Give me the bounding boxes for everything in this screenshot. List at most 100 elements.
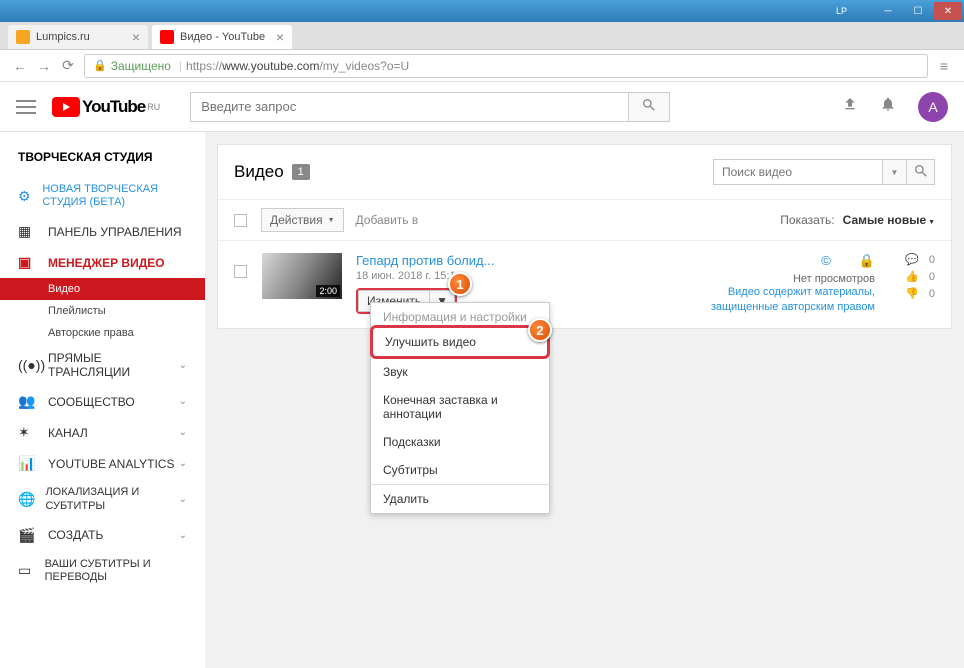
dd-item-delete[interactable]: Удалить: [371, 485, 549, 513]
video-thumbnail[interactable]: 2:00: [262, 253, 342, 299]
maximize-button[interactable]: ☐: [904, 2, 932, 20]
url-field[interactable]: 🔒 Защищено | https:// www.youtube.com /m…: [84, 54, 928, 78]
sidebar-item-create[interactable]: 🎬 СОЗДАТЬ ⌄: [0, 520, 205, 551]
sidebar-label: ПРЯМЫЕ ТРАНСЛЯЦИИ: [48, 351, 179, 379]
select-all-checkbox[interactable]: [234, 214, 247, 227]
close-button[interactable]: ✕: [934, 2, 962, 20]
edit-dropdown-menu: Информация и настройки Улучшить видео Зв…: [370, 302, 550, 514]
upload-icon[interactable]: [842, 96, 858, 117]
sidebar-item-new-studio[interactable]: ⚙ НОВАЯ ТВОРЧЕСКАЯ СТУДИЯ (БЕТА): [0, 176, 205, 216]
play-icon: [52, 97, 80, 117]
hamburger-icon[interactable]: [16, 100, 36, 114]
toolbar: Действия Добавить в Показать: Самые новы…: [218, 200, 951, 241]
broadcast-icon: ((●)): [18, 357, 38, 373]
video-search: ▼: [713, 159, 935, 185]
comment-count: 0: [929, 254, 935, 266]
sort-dropdown[interactable]: Самые новые: [843, 213, 935, 227]
sidebar-sub-copyright[interactable]: Авторские права: [0, 322, 205, 344]
minimize-button[interactable]: ─: [874, 2, 902, 20]
sidebar-item-live[interactable]: ((●)) ПРЯМЫЕ ТРАНСЛЯЦИИ ⌄: [0, 344, 205, 386]
dislike-icon: 👎: [905, 287, 919, 300]
dd-item-info[interactable]: Информация и настройки: [371, 303, 549, 326]
video-search-button[interactable]: [907, 159, 935, 185]
duration-label: 2:00: [316, 285, 340, 297]
sidebar-item-channel[interactable]: ✶ КАНАЛ ⌄: [0, 417, 205, 448]
sidebar-item-analytics[interactable]: 📊 YOUTUBE ANALYTICS ⌄: [0, 448, 205, 479]
video-search-input[interactable]: [713, 159, 883, 185]
privacy-icon[interactable]: 🔒: [859, 253, 875, 269]
reload-button[interactable]: ⟳: [56, 54, 80, 78]
sidebar-label: YOUTUBE ANALYTICS: [48, 457, 174, 471]
sidebar-item-community[interactable]: 👥 СООБЩЕСТВО ⌄: [0, 386, 205, 417]
sidebar-label: ПАНЕЛЬ УПРАВЛЕНИЯ: [48, 225, 182, 239]
chevron-down-icon: ⌄: [179, 458, 187, 469]
sidebar-label: ВАШИ СУБТИТРЫ И ПЕРЕВОДЫ: [45, 558, 187, 584]
window-titlebar: LP ─ ☐ ✕: [0, 0, 964, 22]
gear-icon: ⚙: [18, 188, 32, 205]
tab-close-icon[interactable]: ×: [132, 29, 140, 45]
dd-item-enhance[interactable]: Улучшить видео: [370, 325, 550, 359]
dd-item-cards[interactable]: Подсказки: [371, 428, 549, 456]
dashboard-icon: ▦: [18, 223, 38, 240]
youtube-header: YouTube RU A: [0, 82, 964, 132]
chevron-down-icon: ⌄: [179, 427, 187, 438]
analytics-icon: 📊: [18, 455, 38, 472]
count-badge: 1: [292, 164, 310, 180]
video-date: 18 июн. 2018 г. 15:1...: [356, 270, 695, 282]
avatar[interactable]: A: [918, 92, 948, 122]
sidebar-item-dashboard[interactable]: ▦ ПАНЕЛЬ УПРАВЛЕНИЯ: [0, 216, 205, 247]
cc-icon: ▭: [18, 562, 35, 579]
chevron-down-icon: ⌄: [179, 360, 187, 371]
dd-item-audio[interactable]: Звук: [371, 358, 549, 386]
sidebar-title: ТВОРЧЕСКАЯ СТУДИЯ: [0, 146, 205, 176]
secure-label: Защищено: [111, 59, 171, 73]
row-checkbox[interactable]: [234, 265, 247, 278]
dd-item-endscreen[interactable]: Конечная заставка и аннотации: [371, 386, 549, 428]
sidebar-item-localization[interactable]: 🌐 ЛОКАЛИЗАЦИЯ И СУБТИТРЫ ⌄: [0, 479, 205, 519]
actions-button[interactable]: Действия: [261, 208, 344, 232]
search-icon: [641, 97, 657, 113]
sidebar-sub-videos[interactable]: Видео: [0, 278, 205, 300]
show-label: Показать:: [780, 213, 834, 227]
like-count: 0: [929, 271, 935, 283]
video-icon: ▣: [18, 254, 38, 271]
lock-icon: 🔒: [93, 59, 107, 72]
search-bar: [190, 92, 670, 122]
back-button[interactable]: ←: [8, 54, 32, 78]
favicon-icon: [16, 30, 30, 44]
video-title[interactable]: Гепард против болид...: [356, 253, 695, 268]
callout-marker-2: 2: [528, 318, 552, 342]
sidebar-label: МЕНЕДЖЕР ВИДЕО: [48, 256, 165, 270]
menu-button[interactable]: ≡: [932, 54, 956, 78]
sidebar-item-your-subs[interactable]: ▭ ВАШИ СУБТИТРЫ И ПЕРЕВОДЫ: [0, 551, 205, 591]
sidebar-label: СОЗДАТЬ: [48, 528, 103, 542]
tab-youtube[interactable]: Видео - YouTube ×: [152, 25, 292, 49]
search-input[interactable]: [190, 92, 628, 122]
dd-item-subtitles[interactable]: Субтитры: [371, 456, 549, 484]
video-card: Видео 1 ▼ Действия Добавить в Показать: …: [217, 144, 952, 329]
copyright-warning[interactable]: Видео содержит материалы, защищенные авт…: [695, 285, 875, 316]
notifications-icon[interactable]: [880, 96, 896, 117]
youtube-logo[interactable]: YouTube RU: [52, 97, 160, 117]
like-icon: 👍: [905, 270, 919, 283]
window-label: LP: [832, 5, 851, 17]
url-domain: www.youtube.com: [222, 59, 319, 73]
tab-close-icon[interactable]: ×: [276, 29, 284, 45]
copyright-icon[interactable]: ©: [821, 253, 831, 269]
forward-button[interactable]: →: [32, 54, 56, 78]
views-label: Нет просмотров: [695, 273, 875, 285]
search-button[interactable]: [628, 92, 670, 122]
engagement-stats: 💬0 👍0 👎0: [875, 253, 935, 316]
page-title: Видео: [234, 162, 284, 182]
search-dropdown-button[interactable]: ▼: [883, 159, 907, 185]
video-row: 2:00 Гепард против болид... 18 июн. 2018…: [218, 241, 951, 328]
video-stats: © 🔒 Нет просмотров Видео содержит матери…: [695, 253, 875, 316]
url-path: /my_videos?o=U: [319, 59, 409, 73]
dislike-count: 0: [929, 288, 935, 300]
tab-lumpics[interactable]: Lumpics.ru ×: [8, 25, 148, 49]
sidebar-sub-playlists[interactable]: Плейлисты: [0, 300, 205, 322]
add-to-link[interactable]: Добавить в: [356, 213, 419, 227]
tab-title: Видео - YouTube: [180, 31, 265, 43]
favicon-icon: [160, 30, 174, 44]
sidebar-item-video-manager[interactable]: ▣ МЕНЕДЖЕР ВИДЕО: [0, 247, 205, 278]
